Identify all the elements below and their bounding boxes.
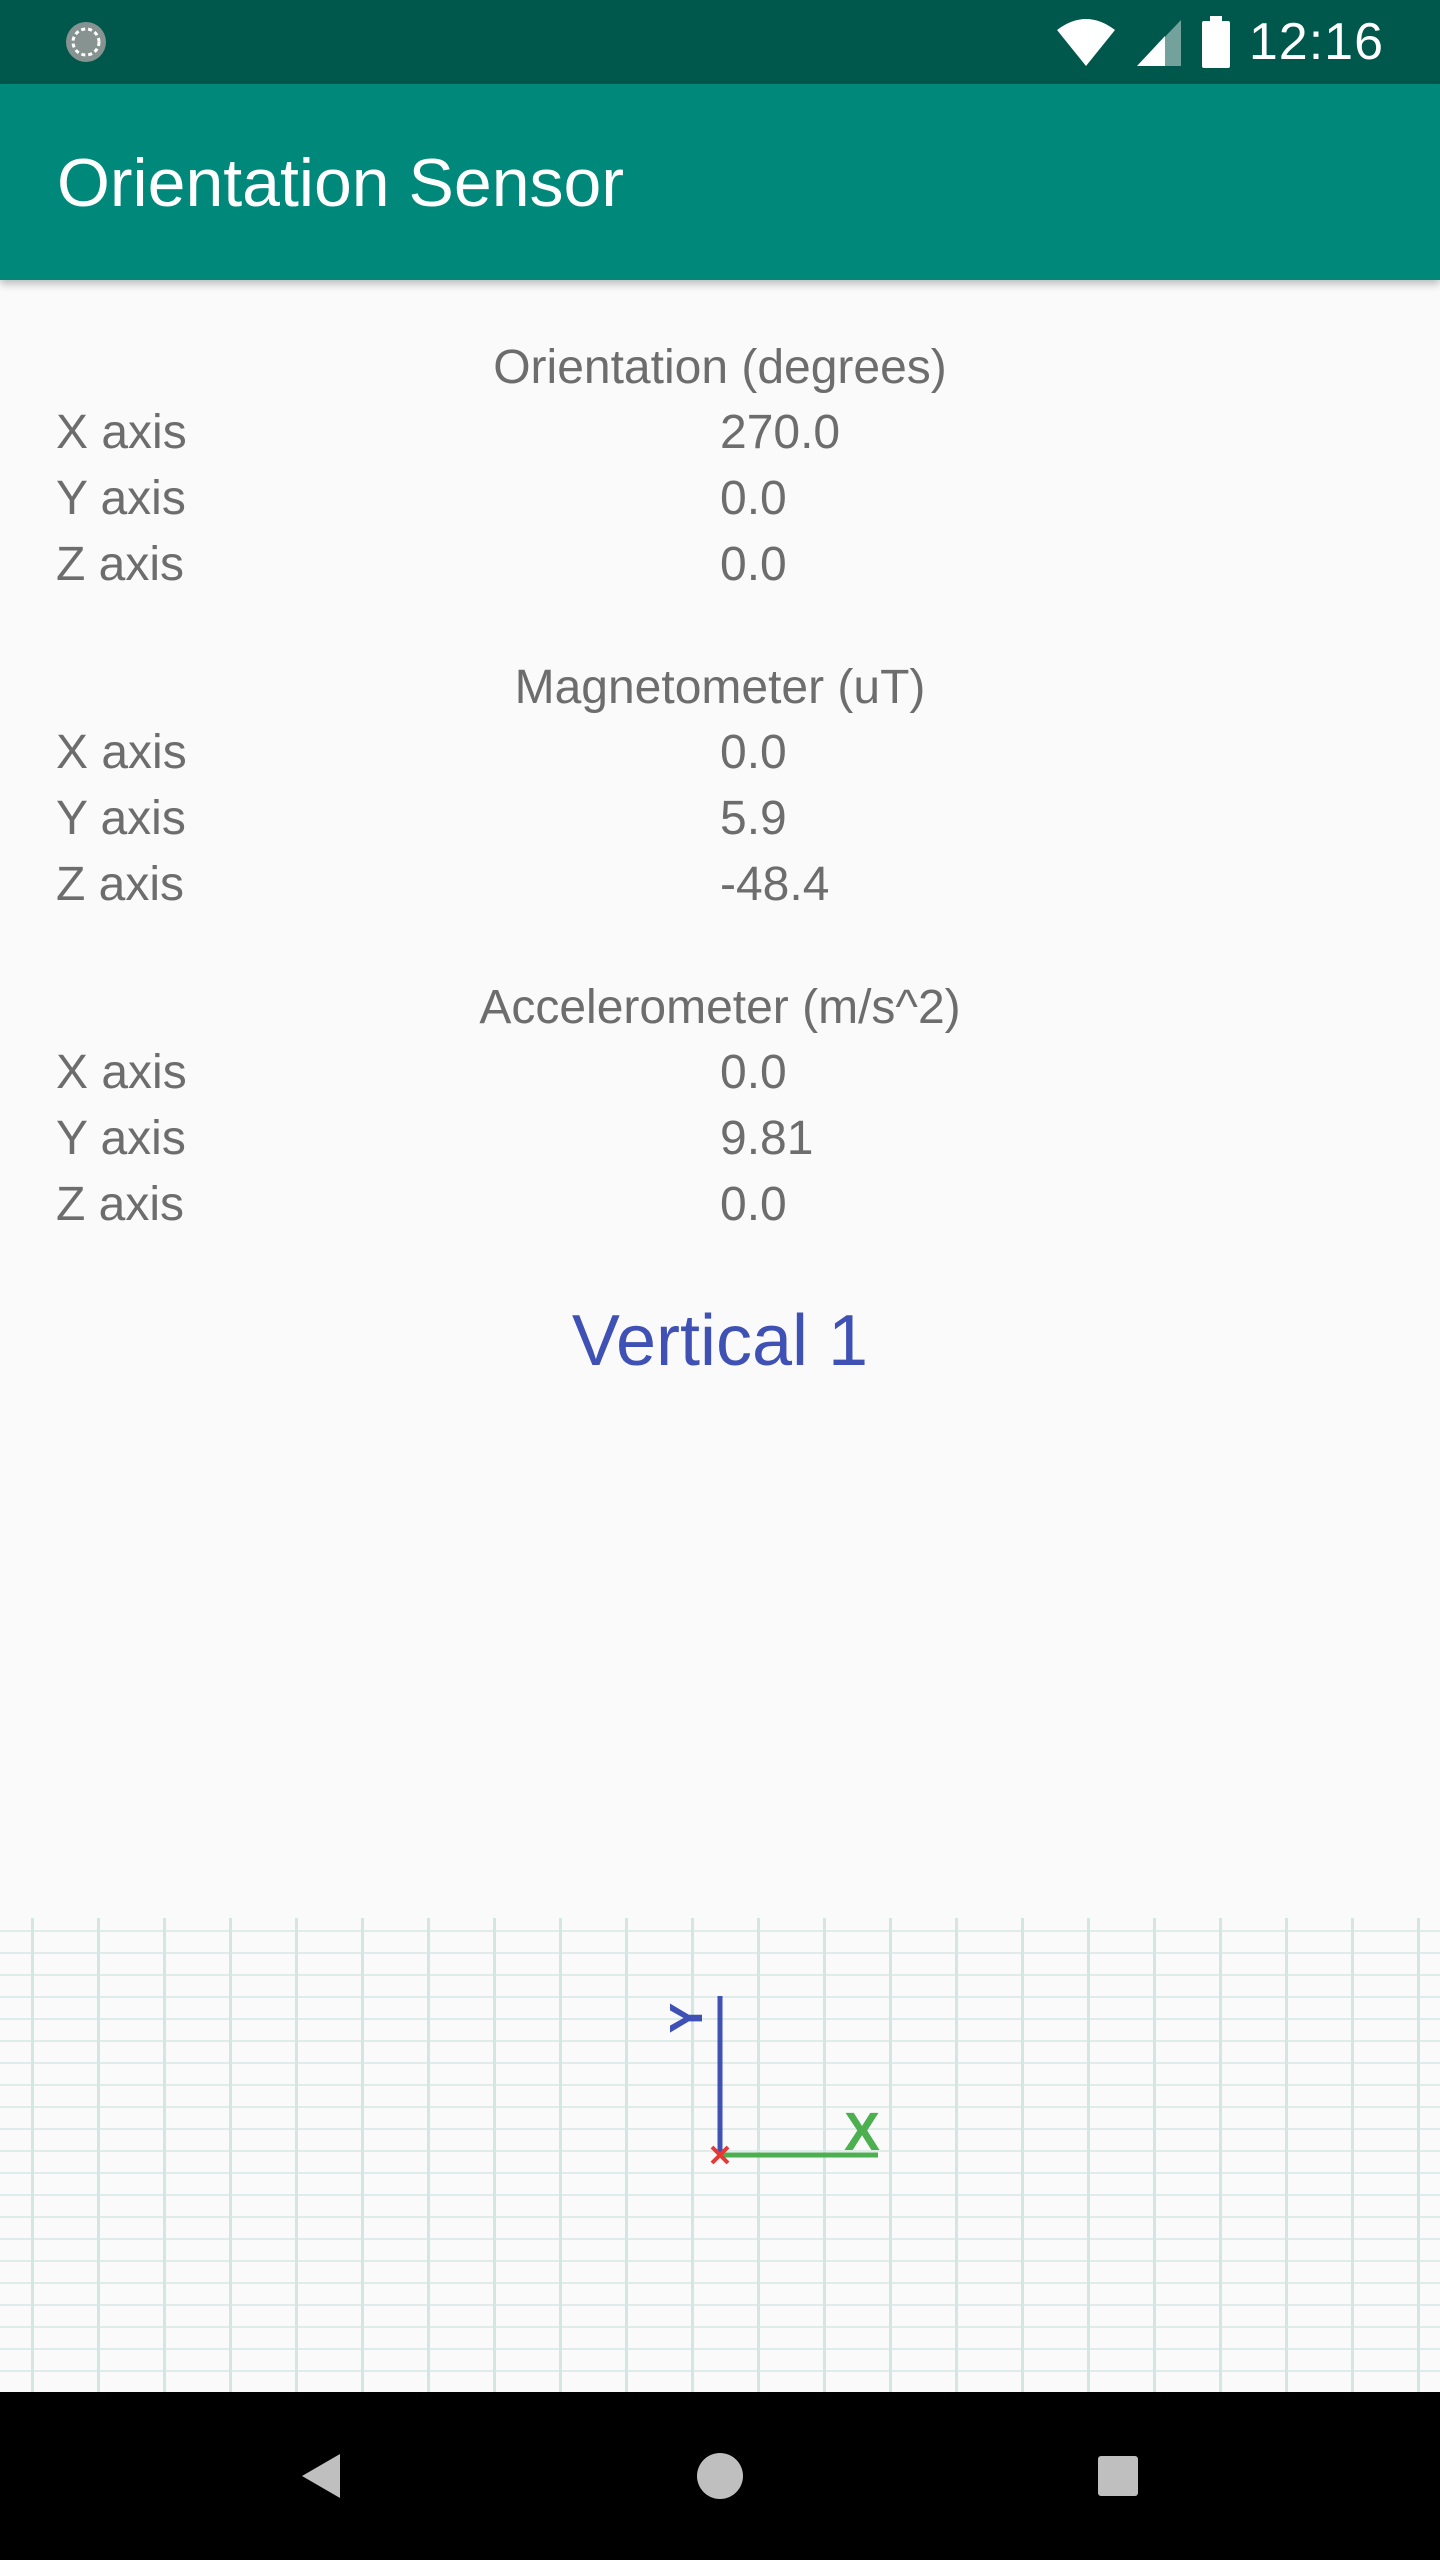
row-label: Y axis (56, 472, 186, 525)
orientation-z-row: Z axis 0.0 (0, 537, 1440, 603)
row-value: 9.81 (720, 1112, 814, 1165)
back-icon (302, 2454, 340, 2498)
app-bar: Orientation Sensor (0, 84, 1440, 280)
row-value: 0.0 (720, 1046, 787, 1099)
x-axis-label: X (844, 2102, 880, 2162)
battery-icon (1201, 16, 1230, 68)
row-label: Z axis (56, 538, 185, 591)
orientation-x-row: X axis 270.0 (0, 405, 1440, 471)
recents-icon (1098, 2456, 1138, 2496)
row-label: X axis (56, 726, 187, 779)
row-label: X axis (56, 1046, 187, 1099)
recents-button[interactable] (1038, 2392, 1198, 2560)
row-value: 0.0 (720, 1178, 787, 1231)
accelerometer-x-row: X axis 0.0 (0, 1045, 1440, 1111)
back-button[interactable] (240, 2392, 400, 2560)
section-title: Orientation (degrees) (493, 341, 947, 394)
sync-icon (66, 22, 106, 62)
status-bar: 12:16 (0, 0, 1440, 84)
accelerometer-z-row: Z axis 0.0 (0, 1177, 1440, 1243)
row-value: 0.0 (720, 538, 787, 591)
row-value: -48.4 (720, 858, 830, 911)
accelerometer-y-row: Y axis 9.81 (0, 1111, 1440, 1177)
row-label: Z axis (56, 1178, 185, 1231)
magnetometer-x-row: X axis 0.0 (0, 725, 1440, 791)
section-title: Accelerometer (m/s^2) (479, 981, 961, 1034)
magnetometer-y-row: Y axis 5.9 (0, 791, 1440, 857)
row-label: Y axis (56, 1112, 186, 1165)
orientation-status-text: Vertical 1 (571, 1301, 869, 1381)
y-axis-label-text: Y (660, 2003, 712, 2034)
row-value: 270.0 (720, 406, 841, 459)
orientation-y-row: Y axis 0.0 (0, 471, 1440, 537)
row-label: Z axis (56, 858, 185, 911)
home-icon (697, 2453, 743, 2499)
y-axis-label: Y (660, 2003, 712, 2034)
row-value: 0.0 (720, 726, 787, 779)
axes-indicator: Y X (660, 1996, 880, 2165)
section-title: Magnetometer (uT) (514, 661, 926, 714)
wifi-icon (1056, 19, 1115, 66)
row-value: 0.0 (720, 472, 787, 525)
row-label: Y axis (56, 792, 186, 845)
status-time: 12:16 (1248, 13, 1384, 71)
row-value: 5.9 (720, 792, 787, 845)
navigation-bar (0, 2392, 1440, 2560)
magnetometer-z-row: Z axis -48.4 (0, 857, 1440, 923)
row-label: X axis (56, 406, 187, 459)
home-button[interactable] (640, 2392, 800, 2560)
signal-icon (1136, 20, 1181, 66)
app-title: Orientation Sensor (57, 145, 624, 221)
